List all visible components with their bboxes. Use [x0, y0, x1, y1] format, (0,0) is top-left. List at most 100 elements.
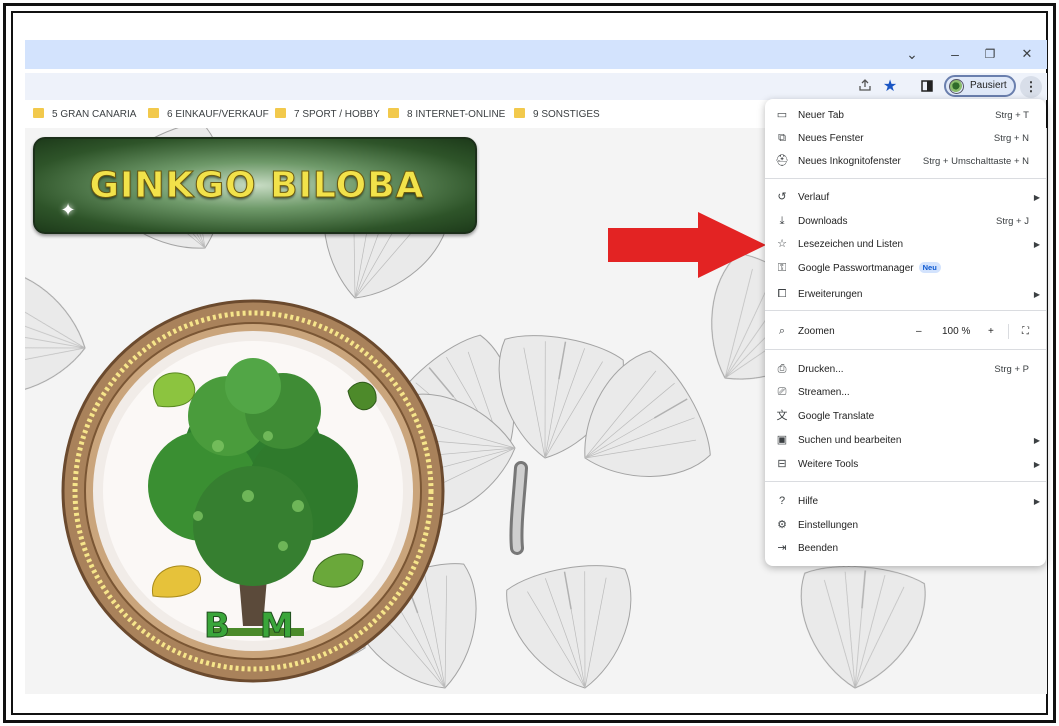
menu-item-label: Einstellungen	[798, 520, 859, 531]
bookmark-folder[interactable]: 9 SONSTIGES	[514, 108, 600, 120]
bookmarks-bar: 5 GRAN CANARIA 6 EINKAUF/VERKAUF 7 SPORT…	[25, 102, 765, 126]
find-icon: ▣	[776, 434, 788, 446]
menu-item-zoom: ⌕ Zoomen – 100 % + ⛶	[765, 320, 1046, 343]
menu-item-exit[interactable]: ⇥ Beenden	[765, 537, 1046, 560]
menu-item-label: Erweiterungen	[798, 289, 863, 300]
zoom-icon: ⌕	[778, 325, 786, 337]
menu-item-shortcut: Strg + N	[993, 133, 1029, 144]
settings-icon: ⚙	[777, 519, 787, 531]
avatar	[949, 79, 964, 94]
submenu-arrow-icon: ▶	[1033, 460, 1040, 469]
close-button[interactable]: ✕	[1015, 44, 1039, 64]
menu-separator	[765, 481, 1046, 482]
bookmark-label: 9 SONSTIGES	[533, 109, 600, 120]
zoom-out-button[interactable]: –	[916, 320, 922, 343]
translate-icon: 文	[776, 410, 788, 422]
menu-item-translate[interactable]: 文 Google Translate	[765, 405, 1046, 428]
zoom-level: 100 %	[942, 326, 971, 337]
menu-item-label: Weitere Tools	[798, 459, 859, 470]
print-icon: ⎙	[777, 363, 787, 375]
menu-item-label: Google Translate	[798, 411, 875, 422]
bookmark-label: 7 SPORT / HOBBY	[294, 109, 380, 120]
new-badge: Neu	[918, 262, 941, 273]
folder-icon	[388, 108, 399, 118]
bookmark-folder[interactable]: 6 EINKAUF/VERKAUF	[148, 108, 269, 120]
submenu-arrow-icon: ▶	[1033, 240, 1040, 249]
folder-icon	[148, 108, 159, 118]
browser-main-menu: ▭ Neuer Tab Strg + T ⧉ Neues Fenster Str…	[765, 99, 1046, 566]
menu-item-new-window[interactable]: ⧉ Neues Fenster Strg + N	[765, 127, 1046, 150]
folder-icon	[514, 108, 525, 118]
new-window-icon: ⧉	[778, 132, 786, 144]
menu-item-shortcut: Strg + T	[995, 110, 1029, 121]
profile-status-label: Pausiert	[970, 80, 1007, 91]
toolbox-icon: ⊟	[777, 458, 787, 470]
folder-icon	[275, 108, 286, 118]
menu-item-find-edit[interactable]: ▣ Suchen und bearbeiten ▶	[765, 429, 1046, 452]
menu-item-label: Neues Inkognitofenster	[798, 156, 901, 167]
menu-item-settings[interactable]: ⚙ Einstellungen	[765, 514, 1046, 537]
bookmark-folder[interactable]: 8 INTERNET-ONLINE	[388, 108, 505, 120]
submenu-arrow-icon: ▶	[1033, 436, 1040, 445]
bookmark-label: 6 EINKAUF/VERKAUF	[167, 109, 269, 120]
menu-item-label: Suchen und bearbeiten	[798, 435, 902, 446]
menu-item-label: Hilfe	[798, 496, 819, 507]
ginkgo-banner: GINKGO BILOBA	[33, 137, 477, 234]
new-tab-icon: ▭	[776, 109, 788, 121]
menu-button[interactable]: ⋮	[1020, 76, 1042, 98]
menu-item-shortcut: Strg + P	[994, 364, 1029, 375]
fullscreen-icon[interactable]: ⛶	[1022, 320, 1029, 343]
logo-initials: BM	[204, 606, 324, 647]
menu-item-label: Streamen...	[798, 387, 850, 398]
bookmark-label: 5 GRAN CANARIA	[52, 109, 137, 120]
key-icon: ⚿	[777, 262, 787, 274]
menu-item-history[interactable]: ↺ Verlauf ▶	[765, 186, 1046, 209]
side-panel-icon[interactable]	[917, 77, 937, 97]
banner-title: GINKGO BILOBA	[89, 165, 425, 207]
share-icon[interactable]	[855, 77, 875, 97]
zoom-controls: – 100 % + ⛶	[908, 320, 1038, 343]
menu-item-label: Neuer Tab	[798, 110, 844, 121]
chevron-down-icon[interactable]: ⌄	[900, 44, 924, 64]
submenu-arrow-icon: ▶	[1033, 497, 1040, 506]
menu-item-cast[interactable]: ⎚ Streamen...	[765, 381, 1046, 404]
submenu-arrow-icon: ▶	[1033, 193, 1040, 202]
title-bar	[25, 40, 1047, 69]
menu-item-password-manager[interactable]: ⚿ Google Passwortmanager Neu	[765, 257, 1046, 280]
star-filled-icon[interactable]: ★	[880, 77, 900, 97]
menu-item-label: Neues Fenster	[798, 133, 864, 144]
submenu-arrow-icon: ▶	[1033, 290, 1040, 299]
menu-separator	[765, 349, 1046, 350]
zoom-in-button[interactable]: +	[988, 320, 994, 343]
download-icon: ⤓	[779, 215, 785, 227]
cast-icon: ⎚	[777, 386, 787, 398]
menu-item-label: Beenden	[798, 543, 839, 554]
menu-item-label-text: Google Passwortmanager	[798, 263, 914, 274]
menu-separator	[765, 178, 1046, 179]
menu-item-more-tools[interactable]: ⊟ Weitere Tools ▶	[765, 453, 1046, 476]
menu-item-label: Zoomen	[798, 326, 835, 337]
menu-item-label: Verlauf	[798, 192, 830, 203]
menu-item-label: Lesezeichen und Listen	[798, 239, 904, 250]
menu-item-bookmarks[interactable]: ☆ Lesezeichen und Listen ▶	[765, 233, 1046, 256]
menu-item-print[interactable]: ⎙ Drucken... Strg + P	[765, 358, 1046, 381]
menu-item-downloads[interactable]: ⤓ Downloads Strg + J	[765, 210, 1046, 233]
menu-item-help[interactable]: ? Hilfe ▶	[765, 490, 1046, 513]
exit-icon: ⇥	[777, 542, 787, 554]
bookmark-folder[interactable]: 5 GRAN CANARIA	[33, 108, 136, 120]
menu-item-label: Google Passwortmanager Neu	[798, 257, 941, 280]
menu-item-label: Drucken...	[798, 364, 844, 375]
profile-button[interactable]: Pausiert	[944, 75, 1016, 97]
bookmark-folder[interactable]: 7 SPORT / HOBBY	[275, 108, 380, 120]
history-icon: ↺	[777, 191, 787, 203]
menu-item-shortcut: Strg + Umschalttaste + N	[922, 156, 1029, 167]
menu-item-extensions[interactable]: ⧠ Erweiterungen ▶	[765, 283, 1046, 306]
menu-item-new-tab[interactable]: ▭ Neuer Tab Strg + T	[765, 104, 1046, 127]
sparkle-icon: ✦	[60, 200, 76, 220]
menu-item-incognito[interactable]: ⛑ Neues Inkognitofenster Strg + Umschalt…	[765, 150, 1046, 173]
minimize-button[interactable]: –	[943, 44, 967, 64]
menu-separator	[765, 310, 1046, 311]
red-arrow-icon	[608, 212, 766, 278]
restore-button[interactable]: ❐	[978, 44, 1002, 64]
bookmark-label: 8 INTERNET-ONLINE	[407, 109, 506, 120]
